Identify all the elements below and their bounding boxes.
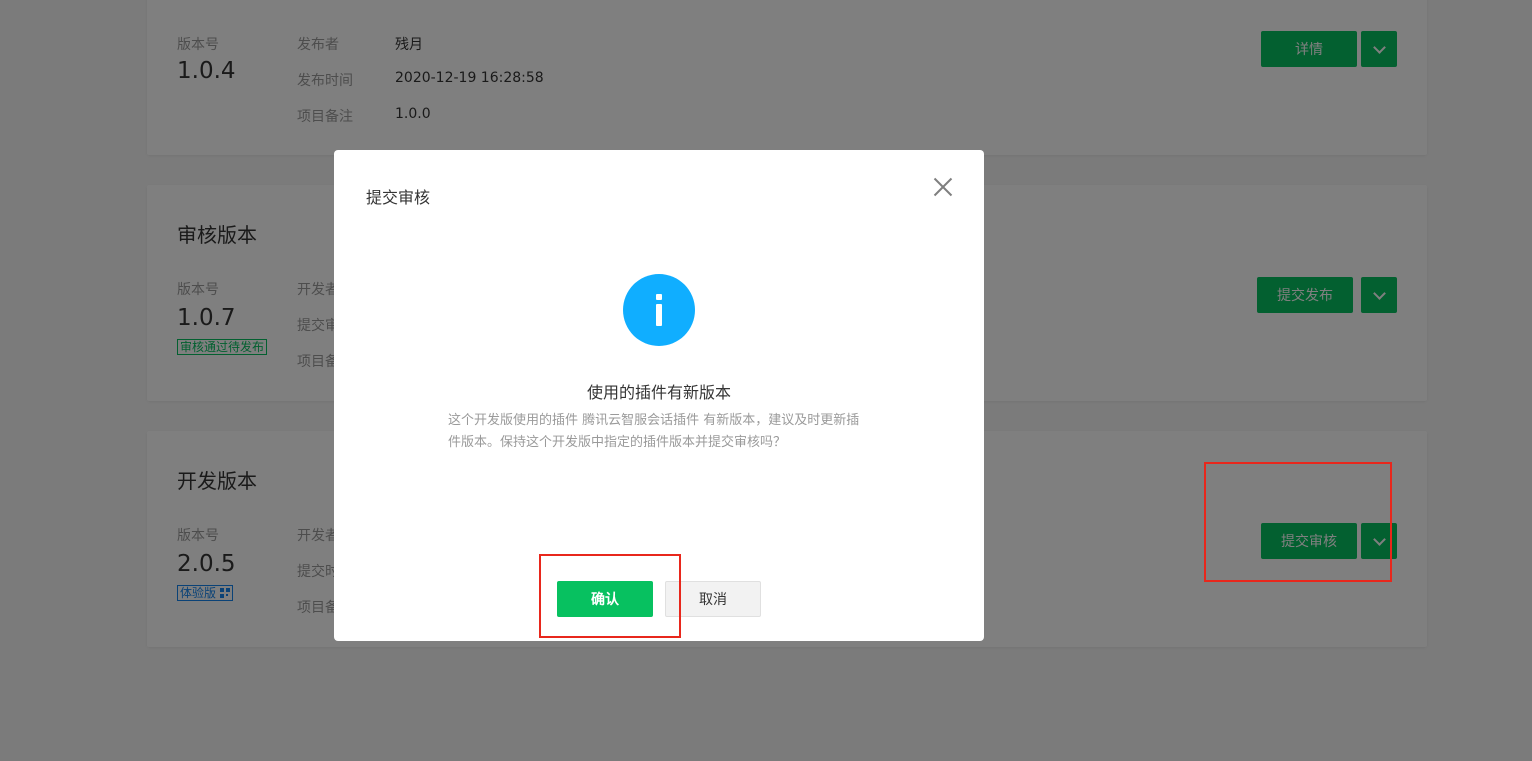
dialog-title: 提交审核 [366, 188, 431, 207]
dialog-heading: 使用的插件有新版本 [586, 383, 731, 402]
annotation-box-submit-review [1204, 462, 1392, 582]
info-icon [623, 274, 695, 346]
annotation-box-confirm [539, 554, 681, 638]
close-icon[interactable] [928, 172, 958, 202]
dialog-description: 这个开发版使用的插件 腾讯云智服会话插件 有新版本，建议及时更新插件版本。保持这… [448, 413, 860, 450]
